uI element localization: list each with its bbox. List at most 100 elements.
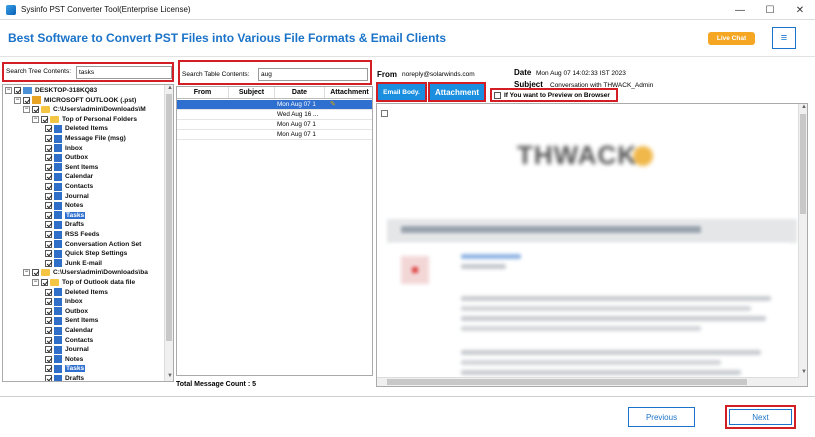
tree-checkbox[interactable]: [45, 144, 52, 152]
tree-checkbox[interactable]: [45, 240, 52, 248]
live-chat-button[interactable]: Live Chat: [708, 32, 755, 45]
tree-checkbox[interactable]: [45, 259, 52, 267]
tree-item[interactable]: RSS Feeds: [41, 230, 99, 239]
tree-checkbox[interactable]: [45, 163, 52, 171]
tree-scroll-thumb[interactable]: [166, 94, 172, 341]
tree-item[interactable]: Deleted Items: [41, 288, 108, 297]
next-button[interactable]: Next: [729, 409, 792, 425]
tree-item[interactable]: Tasks: [41, 211, 86, 220]
preview-horizontal-scrollbar[interactable]: [377, 377, 799, 386]
tree-checkbox[interactable]: [45, 173, 52, 181]
tree-checkbox[interactable]: [45, 298, 52, 306]
tree-checkbox[interactable]: [45, 346, 52, 354]
column-attachment[interactable]: Attachment: [325, 87, 372, 98]
preview-hscroll-thumb[interactable]: [387, 379, 747, 385]
tree-item[interactable]: Sent Items: [41, 316, 98, 325]
expander-icon[interactable]: −: [32, 115, 39, 123]
tree-checkbox[interactable]: [45, 288, 52, 296]
scroll-down-icon[interactable]: ▼: [167, 373, 173, 379]
column-from[interactable]: From: [177, 87, 229, 98]
preview-scroll-thumb[interactable]: [800, 114, 806, 214]
table-row[interactable]: Wed Aug 16 ...: [177, 110, 372, 120]
tree-item[interactable]: Journal: [41, 345, 89, 354]
tree-checkbox[interactable]: [45, 192, 52, 200]
preview-scroll-up-icon[interactable]: ▲: [801, 104, 807, 110]
tree-checkbox[interactable]: [45, 336, 52, 344]
tree-item[interactable]: − Top of Outlook data file: [32, 278, 135, 287]
tree-item[interactable]: Notes: [41, 355, 83, 364]
tree-item[interactable]: − Top of Personal Folders: [32, 115, 137, 124]
preview-select-checkbox[interactable]: [381, 110, 388, 117]
preview-browser-checkbox[interactable]: [494, 91, 501, 99]
tree-checkbox[interactable]: [45, 307, 52, 315]
minimize-button[interactable]: —: [725, 0, 755, 20]
tree-item[interactable]: Drafts: [41, 374, 84, 381]
tree-checkbox[interactable]: [45, 231, 52, 238]
table-search-input[interactable]: [258, 68, 368, 81]
tree-item[interactable]: Tasks: [41, 364, 86, 373]
tree-checkbox[interactable]: [45, 183, 52, 190]
email-body-button[interactable]: Email Body.: [376, 82, 427, 102]
tree-item[interactable]: Sent Items: [41, 163, 98, 172]
expander-icon[interactable]: −: [5, 87, 12, 94]
tree-item[interactable]: Calendar: [41, 172, 93, 181]
table-row[interactable]: Mon Aug 07 1: [177, 120, 372, 130]
tree-checkbox[interactable]: [45, 202, 52, 210]
tree-item[interactable]: Contacts: [41, 336, 93, 345]
tree-item[interactable]: Drafts: [41, 220, 84, 229]
maximize-button[interactable]: ☐: [755, 0, 785, 20]
menu-button[interactable]: ≡: [772, 27, 796, 49]
tree-checkbox[interactable]: [45, 250, 52, 258]
tree-checkbox[interactable]: [41, 115, 48, 123]
expander-icon[interactable]: −: [32, 279, 39, 286]
tree-item[interactable]: − C:\Users\admin\Downloads\M: [23, 105, 146, 114]
tree-checkbox[interactable]: [45, 125, 52, 133]
tree-item[interactable]: Junk E-mail: [41, 259, 102, 268]
tree-item[interactable]: Outbox: [41, 153, 88, 162]
attachment-button[interactable]: Attachment: [428, 82, 486, 102]
table-row[interactable]: Mon Aug 07 1 ✎: [177, 100, 372, 110]
tree-checkbox[interactable]: [45, 135, 52, 142]
tree-checkbox[interactable]: [32, 269, 39, 277]
tree-item[interactable]: Calendar: [41, 326, 93, 335]
tree-item[interactable]: − MICROSOFT OUTLOOK (.pst): [14, 96, 136, 105]
tree-checkbox[interactable]: [45, 154, 52, 162]
tree-checkbox[interactable]: [32, 106, 39, 114]
tree-search-input[interactable]: [76, 66, 172, 79]
scroll-up-icon[interactable]: ▲: [167, 85, 173, 91]
preview-vertical-scrollbar[interactable]: ▲ ▼: [798, 104, 807, 386]
tree-item[interactable]: Quick Step Settings: [41, 249, 127, 258]
tree-checkbox[interactable]: [23, 96, 30, 104]
tree-checkbox[interactable]: [14, 87, 21, 94]
column-subject[interactable]: Subject: [229, 87, 275, 98]
preview-scroll-down-icon[interactable]: ▼: [801, 369, 807, 375]
previous-button[interactable]: Previous: [628, 407, 695, 427]
tree-item[interactable]: − C:\Users\admin\Downloads\ba: [23, 268, 148, 277]
expander-icon[interactable]: −: [23, 106, 30, 114]
tree-checkbox[interactable]: [45, 221, 52, 229]
tree-item[interactable]: Deleted Items: [41, 124, 108, 133]
tree-checkbox[interactable]: [45, 375, 52, 381]
column-date[interactable]: Date: [275, 87, 325, 98]
tree-item[interactable]: Inbox: [41, 144, 83, 153]
tree-item[interactable]: − DESKTOP-318KQ83: [5, 86, 97, 95]
expander-icon[interactable]: −: [14, 96, 21, 104]
tree-scrollbar[interactable]: ▲ ▼: [164, 85, 173, 381]
tree-checkbox[interactable]: [45, 317, 52, 325]
tree-item[interactable]: Journal: [41, 192, 89, 201]
close-button[interactable]: ✕: [785, 0, 815, 20]
tree-item[interactable]: Message File (msg): [41, 134, 126, 143]
tree-checkbox[interactable]: [45, 365, 52, 373]
expander-icon[interactable]: −: [23, 269, 30, 277]
tree-item[interactable]: Notes: [41, 201, 83, 210]
tree-checkbox[interactable]: [45, 211, 52, 219]
tree-item[interactable]: Outbox: [41, 307, 88, 316]
tree-item[interactable]: Contacts: [41, 182, 93, 191]
table-row[interactable]: Mon Aug 07 1: [177, 130, 372, 140]
tree-item[interactable]: Conversation Action Set: [41, 240, 141, 249]
tree-checkbox[interactable]: [45, 327, 52, 334]
preview-browser-option[interactable]: If You want to Preview on Browser: [490, 88, 618, 102]
tree-item[interactable]: Inbox: [41, 297, 83, 306]
tree-checkbox[interactable]: [41, 279, 48, 286]
tree-checkbox[interactable]: [45, 355, 52, 363]
